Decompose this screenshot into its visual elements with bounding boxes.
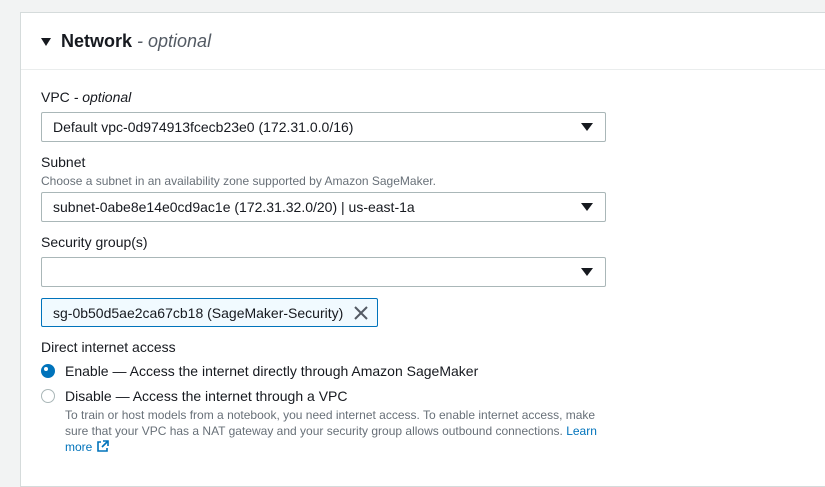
disable-radio-label[interactable]: Disable — Access the internet through a … (65, 388, 347, 404)
network-header[interactable]: Network - optional (21, 13, 825, 70)
subnet-select[interactable]: subnet-0abe8e14e0cd9ac1e (172.31.32.0/20… (41, 192, 606, 222)
disable-description: To train or host models from a notebook,… (65, 407, 610, 455)
subnet-description: Choose a subnet in an availability zone … (41, 174, 436, 188)
disable-radio[interactable] (41, 389, 55, 403)
dropdown-arrow-icon[interactable] (581, 203, 593, 211)
security-group-token: sg-0b50d5ae2ca67cb18 (SageMaker-Security… (41, 298, 378, 327)
dropdown-arrow-icon[interactable] (581, 123, 593, 131)
network-title: Network (61, 30, 133, 51)
network-panel: Network - optional VPC - optional Defaul… (20, 12, 825, 487)
dropdown-arrow-icon[interactable] (581, 268, 593, 276)
enable-radio-label[interactable]: Enable — Access the internet directly th… (65, 363, 478, 379)
vpc-select-value: Default vpc-0d974913fcecb23e0 (172.31.0.… (53, 119, 354, 135)
vpc-label-optional: - optional (73, 89, 132, 105)
external-link-icon (97, 440, 110, 452)
security-group-token-label: sg-0b50d5ae2ca67cb18 (SageMaker-Security… (53, 304, 344, 321)
security-groups-label: Security group(s) (41, 234, 148, 250)
internet-access-label: Direct internet access (41, 339, 176, 355)
subnet-select-value: subnet-0abe8e14e0cd9ac1e (172.31.32.0/20… (53, 199, 415, 215)
security-groups-select[interactable] (41, 257, 606, 287)
subnet-label: Subnet (41, 154, 86, 170)
enable-radio[interactable] (41, 364, 55, 378)
vpc-label: VPC - optional (41, 89, 131, 105)
vpc-label-text: VPC (41, 89, 70, 105)
vpc-select[interactable]: Default vpc-0d974913fcecb23e0 (172.31.0.… (41, 112, 606, 142)
network-title-optional: - optional (137, 30, 212, 51)
disable-description-text: To train or host models from a notebook,… (65, 408, 596, 438)
caret-down-icon[interactable] (41, 38, 51, 46)
close-icon[interactable] (352, 304, 370, 322)
